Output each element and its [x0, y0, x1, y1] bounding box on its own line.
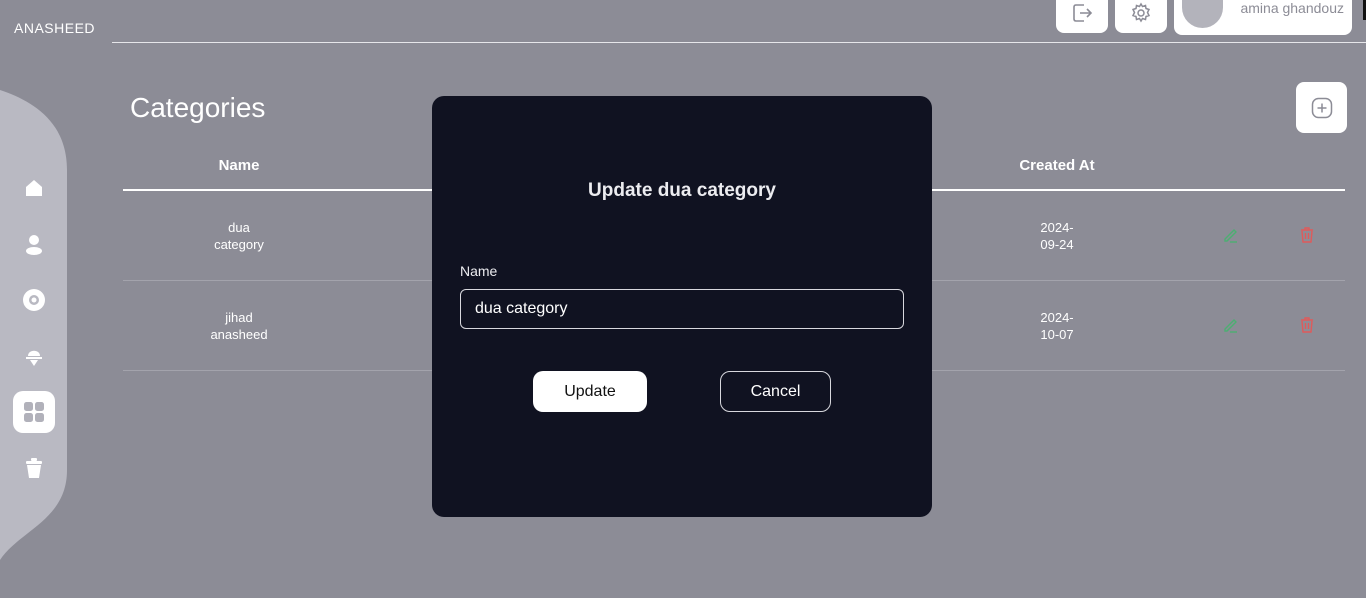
sidebar-background [0, 90, 67, 560]
settings-button[interactable] [1115, 0, 1167, 33]
plus-square-icon [1311, 97, 1332, 118]
gear-icon [1131, 2, 1151, 22]
logout-icon [1073, 3, 1093, 22]
modal-title: Update dua category [588, 180, 776, 201]
trash-icon [26, 458, 42, 478]
created-at-cell: 2024- 09-24 [1007, 219, 1107, 253]
delete-icon[interactable] [1298, 316, 1316, 334]
created-at-line: 2024- [1040, 220, 1074, 235]
disc-icon [23, 289, 45, 311]
category-name-input[interactable] [460, 289, 904, 329]
sidebar-item-trash[interactable] [13, 447, 55, 489]
user-profile-card[interactable]: amina ghandouz [1174, 0, 1352, 35]
delete-icon[interactable] [1298, 226, 1316, 244]
edit-icon[interactable] [1222, 226, 1240, 244]
created-at-line: 2024- [1040, 310, 1074, 325]
column-header-created-at: Created At [1019, 157, 1095, 174]
cancel-button[interactable]: Cancel [720, 371, 831, 412]
update-button[interactable]: Update [533, 371, 647, 412]
category-name-line: anasheed [210, 327, 268, 342]
home-icon [26, 180, 42, 196]
header-divider [112, 42, 1366, 43]
app-brand: ANASHEED [14, 20, 96, 36]
add-category-button[interactable] [1296, 82, 1347, 133]
sidebar-item-users[interactable] [13, 223, 55, 265]
sidebar-item-artists[interactable] [13, 335, 55, 377]
microphone-icon [26, 350, 42, 366]
column-header-name: Name [218, 157, 260, 174]
user-name: amina ghandouz [1240, 0, 1344, 16]
user-icon [26, 235, 42, 255]
category-name-line: category [214, 237, 264, 252]
update-category-modal: Update dua category Name Update Cancel [432, 96, 932, 517]
name-field-label: Name [460, 263, 498, 279]
category-name-cell: dua category [189, 219, 289, 253]
created-at-line: 10-07 [1040, 327, 1074, 342]
avatar [1182, 0, 1223, 28]
page-title: Categories [130, 92, 266, 123]
sidebar-item-albums[interactable] [13, 279, 55, 321]
category-name-line: jihad [225, 310, 253, 325]
created-at-cell: 2024- 10-07 [1007, 309, 1107, 343]
category-name-line: dua [228, 220, 250, 235]
category-name-cell: jihad anasheed [189, 309, 289, 343]
logout-button[interactable] [1056, 0, 1108, 33]
categories-grid-icon [24, 402, 44, 422]
edit-icon[interactable] [1222, 316, 1240, 334]
sidebar-item-categories[interactable] [13, 391, 55, 433]
sidebar-item-home[interactable] [13, 167, 55, 209]
created-at-line: 09-24 [1040, 237, 1074, 252]
